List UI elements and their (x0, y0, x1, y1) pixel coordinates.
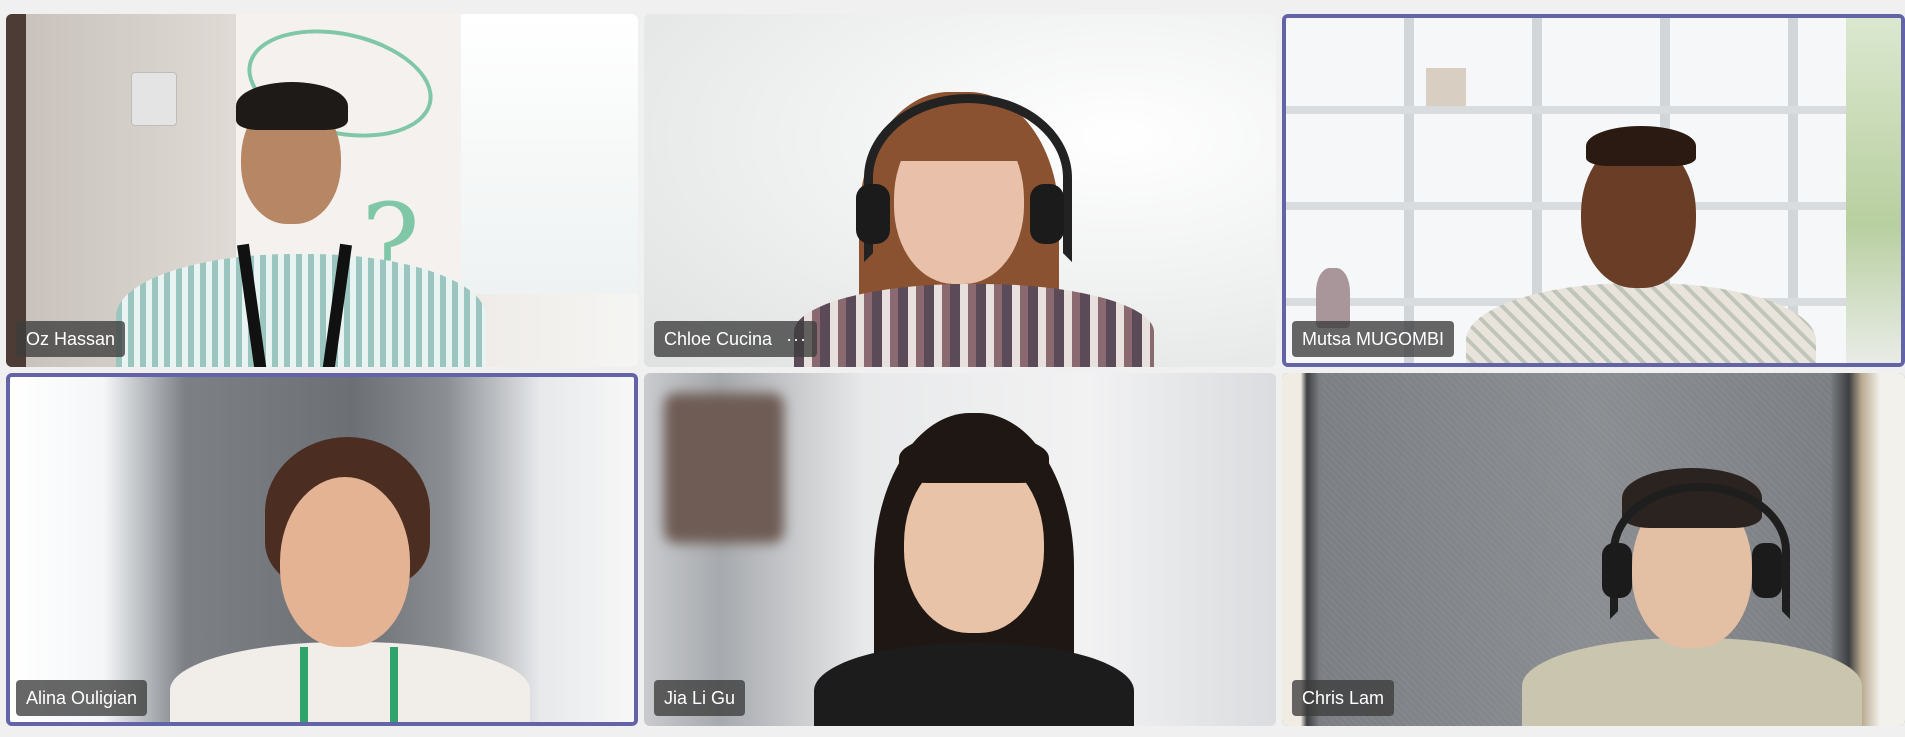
headphone-ear (1030, 184, 1064, 244)
video-tile-oz-hassan[interactable]: ? Oz Hassan (6, 14, 638, 367)
participant-video (794, 84, 1154, 367)
face (280, 477, 410, 647)
lanyard (390, 647, 398, 722)
more-options-icon[interactable]: ··· (786, 321, 807, 357)
top (814, 643, 1134, 726)
hair (236, 82, 348, 130)
sweater (794, 284, 1154, 367)
participant-name: Alina Ouligian (26, 688, 138, 708)
participant-name-label: Chloe Cucina ··· (654, 321, 818, 357)
shirt (116, 254, 486, 367)
participant-video (1446, 118, 1826, 363)
participant-video (1522, 463, 1862, 726)
video-tile-mutsa-mugombi[interactable]: Mutsa MUGOMBI (1282, 14, 1905, 367)
bangs (899, 433, 1049, 483)
participant-name-label: Alina Ouligian (16, 680, 148, 716)
participant-name-label: Oz Hassan (16, 321, 126, 357)
video-tile-jia-li-gu[interactable]: Jia Li Gu (644, 373, 1276, 726)
video-tile-alina-ouligian[interactable]: Alina Ouligian (6, 373, 638, 726)
shelf-vase (1316, 268, 1350, 328)
shelf-books (1426, 68, 1466, 106)
blouse (1466, 283, 1816, 363)
participant-name: Mutsa MUGOMBI (1302, 329, 1445, 349)
wall-shadow (6, 14, 26, 367)
hair (1586, 126, 1696, 166)
participant-video (170, 437, 530, 722)
blazer (170, 642, 530, 722)
participant-name: Chloe Cucina (664, 329, 773, 349)
participant-name: Chris Lam (1302, 688, 1385, 708)
participant-name: Oz Hassan (26, 329, 116, 349)
participant-name-label: Chris Lam (1292, 680, 1395, 716)
headphone-ear (856, 184, 890, 244)
background-object (664, 393, 784, 543)
participant-name: Jia Li Gu (664, 688, 736, 708)
headphone-ear (1602, 543, 1632, 598)
jacket (1522, 638, 1862, 726)
video-gallery: ? Oz Hassan Chloe Cucina ··· Mutsa MUGOM… (0, 0, 1905, 737)
participant-name-label: Mutsa MUGOMBI (1292, 321, 1455, 357)
participant-name-label: Jia Li Gu (654, 680, 746, 716)
participant-video (794, 413, 1154, 726)
window-light (461, 14, 638, 294)
video-tile-chris-lam[interactable]: Chris Lam (1282, 373, 1905, 726)
window-plants (1846, 18, 1901, 363)
participant-video (106, 64, 486, 367)
lanyard (300, 647, 308, 722)
headphone-ear (1752, 543, 1782, 598)
video-tile-chloe-cucina[interactable]: Chloe Cucina ··· (644, 14, 1276, 367)
